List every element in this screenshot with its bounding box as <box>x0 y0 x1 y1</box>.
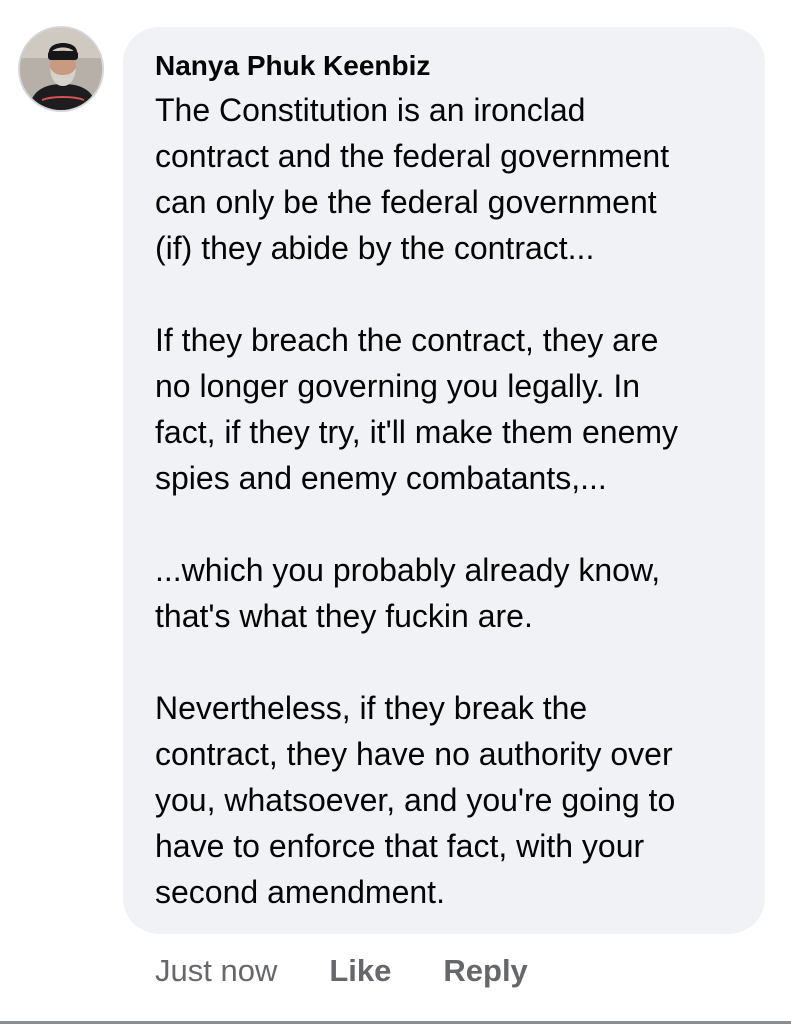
comment-author-name[interactable]: Nanya Phuk Keenbiz <box>155 47 741 85</box>
comment-paragraph: If they breach the contract, they are no… <box>155 322 679 496</box>
like-button[interactable]: Like <box>329 953 391 989</box>
comment-paragraph: ...which you probably already know, that… <box>155 552 661 634</box>
comment-text: The Constitution is an ironclad contract… <box>155 87 741 915</box>
comment-view: Nanya Phuk Keenbiz The Constitution is a… <box>0 0 791 1024</box>
reply-button[interactable]: Reply <box>443 953 527 989</box>
comment-bubble: Nanya Phuk Keenbiz The Constitution is a… <box>123 27 765 934</box>
comment-paragraph: Nevertheless, if they break the contract… <box>155 690 676 910</box>
comment-actions: Just now Like Reply <box>155 948 528 994</box>
comment-paragraph: The Constitution is an ironclad contract… <box>155 92 670 266</box>
avatar[interactable] <box>18 26 104 112</box>
user-avatar-icon <box>20 28 102 110</box>
comment-timestamp[interactable]: Just now <box>155 953 277 989</box>
